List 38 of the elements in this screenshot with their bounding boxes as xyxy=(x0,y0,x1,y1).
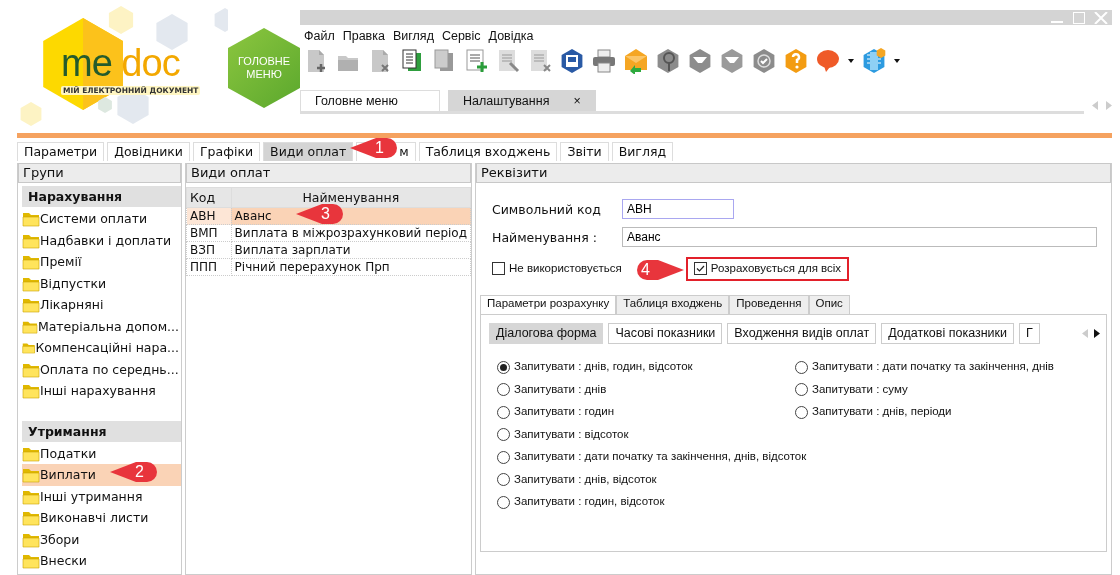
group-section-header: Нарахування xyxy=(22,186,181,207)
group-item-label: Виплати xyxy=(40,467,96,483)
group-item-label: Премії xyxy=(40,254,82,270)
group-item-label: Лікарняні xyxy=(40,297,104,313)
checkbox-label: Розраховується для всіх xyxy=(710,262,842,276)
group-item-label: Інші нарахування xyxy=(40,383,156,399)
group-item-label: Внески xyxy=(40,553,87,569)
logo-text: me doc xyxy=(61,44,180,82)
step-tooltip: 4 xyxy=(636,259,684,281)
group-item-label: Компенсаційні нара... xyxy=(35,340,179,356)
panel-header: Реквізити xyxy=(476,163,1111,183)
radio-label: Запитувати : днів, відсоток xyxy=(514,472,657,487)
group-item-label: Оплата по середнь... xyxy=(40,361,179,377)
group-item-label: Матеріальна допом... xyxy=(37,318,179,334)
group-item-label: Надбавки і доплати xyxy=(40,232,172,248)
group-item-label: Збори xyxy=(40,531,80,547)
group-section-header: Утримання xyxy=(22,420,181,442)
group-item-label: Податки xyxy=(40,445,97,461)
column-header: Найменування xyxy=(231,187,471,208)
group-item-label: Відпустки xyxy=(40,275,107,291)
panel-header: Групи xyxy=(18,163,181,183)
group-item-label: Інші утримання xyxy=(40,488,143,504)
radio-label: Запитувати : днів, періоди xyxy=(812,405,952,419)
group-item-label: Системи оплати xyxy=(40,211,148,227)
radio-label: Запитувати : днів, годин, відсоток xyxy=(514,360,693,374)
field-label: Символьний код xyxy=(492,201,602,217)
radio-label: Запитувати : дати початку та закінчення, днів, відсоток xyxy=(514,450,807,464)
panel-header: Види оплат xyxy=(186,163,471,183)
field-label: Найменування : xyxy=(492,229,598,245)
radio-label: Запитувати : годин xyxy=(514,405,615,419)
checkbox-label: Не використовується xyxy=(509,262,622,276)
radio-label: Запитувати : відсоток xyxy=(514,427,629,442)
radio-label: Запитувати : годин, відсоток xyxy=(514,495,665,509)
radio-label: Запитувати : суму xyxy=(812,382,908,397)
radio-label: Запитувати : днів xyxy=(514,382,607,397)
group-item-label: Виконавчі листи xyxy=(40,510,149,526)
radio-label: Запитувати : дати початку та закінчення, днів xyxy=(812,360,1054,374)
column-header: Код xyxy=(186,187,232,208)
